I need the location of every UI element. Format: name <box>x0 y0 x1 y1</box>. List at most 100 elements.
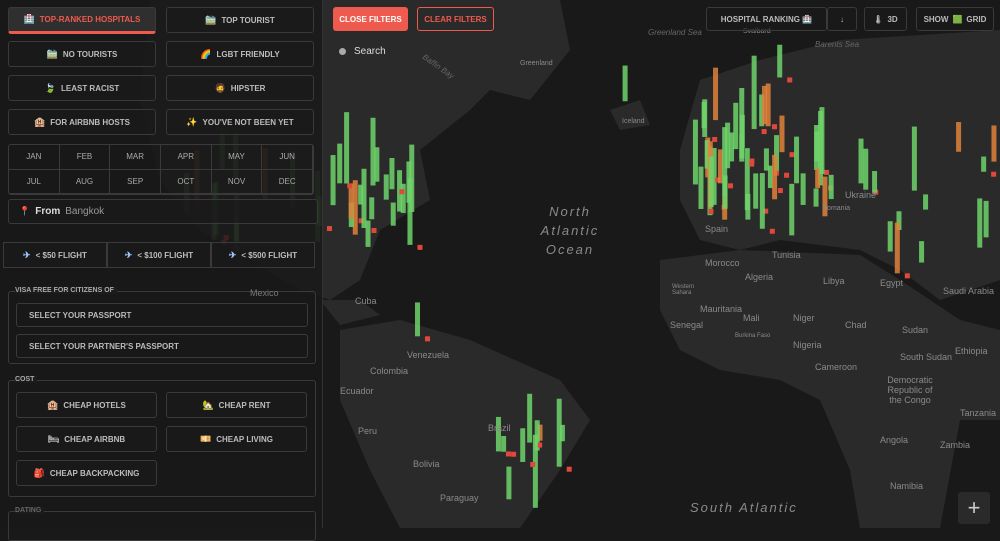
ranking-bar[interactable] <box>759 173 765 229</box>
flight-filter-button[interactable]: ✈ < $500 FLIGHT <box>211 242 315 268</box>
ranking-bar[interactable] <box>348 183 354 219</box>
ranking-bar[interactable] <box>698 166 704 209</box>
ranking-bar[interactable] <box>520 428 526 462</box>
ranking-bar[interactable] <box>789 183 795 236</box>
ranking-bar[interactable] <box>765 83 771 127</box>
category-button[interactable]: 🏥 TOP-RANKED HOSPITALS <box>8 7 156 34</box>
close-filters-button[interactable]: CLOSE FILTERS <box>333 7 408 31</box>
city-marker[interactable] <box>537 442 543 448</box>
city-marker[interactable] <box>511 451 517 457</box>
ranking-bar[interactable] <box>794 136 800 184</box>
month-aug[interactable]: AUG <box>59 169 111 194</box>
category-button[interactable]: 🏨 FOR AIRBNB HOSTS <box>8 109 156 135</box>
city-marker[interactable] <box>761 129 767 135</box>
month-feb[interactable]: FEB <box>59 145 111 170</box>
month-oct[interactable]: OCT <box>161 169 212 194</box>
city-marker[interactable] <box>371 228 377 234</box>
category-button[interactable]: 🧔 HIPSTER <box>166 75 314 101</box>
ranking-bar[interactable] <box>527 393 533 443</box>
city-marker[interactable] <box>712 136 718 142</box>
ranking-bar[interactable] <box>374 147 380 182</box>
city-marker[interactable] <box>728 183 734 189</box>
ranking-bar[interactable] <box>344 112 350 184</box>
ranking-bar[interactable] <box>409 144 415 212</box>
ranking-bar[interactable] <box>702 99 708 137</box>
city-marker[interactable] <box>789 152 795 158</box>
ranking-bar[interactable] <box>911 126 917 191</box>
ranking-bar[interactable] <box>708 156 714 207</box>
flight-filter-button[interactable]: ✈ < $50 FLIGHT <box>3 242 107 268</box>
clear-filters-button[interactable]: CLEAR FILTERS <box>417 7 494 31</box>
search-input[interactable]: Search <box>354 46 386 57</box>
zoom-in-button[interactable]: + <box>958 492 990 524</box>
cost-filter-button[interactable]: 🛏 CHEAP AIRBNB <box>16 426 157 452</box>
cost-filter-button[interactable]: 🏨 CHEAP HOTELS <box>16 392 157 418</box>
month-jan[interactable]: JAN <box>9 145 60 170</box>
ranking-bar[interactable] <box>977 198 983 248</box>
ranking-bar[interactable] <box>692 119 698 185</box>
city-marker[interactable] <box>505 451 511 457</box>
city-marker[interactable] <box>777 188 783 194</box>
city-marker[interactable] <box>772 124 778 130</box>
ranking-bar[interactable] <box>919 241 925 263</box>
ranking-bar[interactable] <box>501 436 507 452</box>
category-button[interactable]: 🍃 LEAST RACIST <box>8 75 156 101</box>
ranking-bar[interactable] <box>733 102 739 150</box>
city-marker[interactable] <box>566 466 572 472</box>
ranking-bar[interactable] <box>772 154 778 200</box>
ranking-bar[interactable] <box>739 87 745 162</box>
city-marker[interactable] <box>530 461 536 467</box>
ranking-bar[interactable] <box>983 200 989 238</box>
city-marker[interactable] <box>904 273 910 279</box>
category-button[interactable]: 🌈 LGBT FRIENDLY <box>166 41 314 67</box>
partner-passport-select[interactable]: SELECT YOUR PARTNER'S PASSPORT <box>16 334 308 358</box>
month-mar[interactable]: MAR <box>110 145 161 170</box>
show-grid-toggle[interactable]: SHOW 🟩 GRID <box>916 7 994 31</box>
city-marker[interactable] <box>326 226 332 232</box>
sort-button[interactable]: ↓ <box>827 7 857 31</box>
ranking-bar[interactable] <box>713 67 719 121</box>
month-nov[interactable]: NOV <box>211 169 263 194</box>
search-box[interactable]: Search <box>333 40 493 62</box>
ranking-bar[interactable] <box>383 174 389 200</box>
city-marker[interactable] <box>824 169 830 175</box>
ranking-bar[interactable] <box>777 44 783 78</box>
city-marker[interactable] <box>991 171 997 177</box>
ranking-bar[interactable] <box>779 115 785 153</box>
city-marker[interactable] <box>347 183 353 189</box>
category-button[interactable]: 🚞 NO TOURISTS <box>8 41 156 67</box>
ranking-bar[interactable] <box>506 466 512 500</box>
ranking-bar[interactable] <box>814 131 820 162</box>
3d-toggle[interactable]: 🌡 3D <box>864 7 907 31</box>
ranking-bar[interactable] <box>330 155 336 206</box>
passport-select[interactable]: SELECT YOUR PASSPORT <box>16 303 308 327</box>
ranking-bar[interactable] <box>751 55 757 130</box>
month-dec[interactable]: DEC <box>262 169 313 194</box>
ranking-bar[interactable] <box>863 148 869 190</box>
city-marker[interactable] <box>417 244 423 250</box>
ranking-bar[interactable] <box>532 434 538 508</box>
flight-filter-button[interactable]: ✈ < $100 FLIGHT <box>107 242 211 268</box>
ranking-bar[interactable] <box>722 127 728 196</box>
city-marker[interactable] <box>784 172 790 178</box>
ranking-bar[interactable] <box>361 168 367 229</box>
ranking-select[interactable]: HOSPITAL RANKING 🏥 <box>706 7 827 31</box>
city-marker[interactable] <box>749 161 755 167</box>
cost-filter-button[interactable]: 💴 CHEAP LIVING <box>166 426 307 452</box>
ranking-bar[interactable] <box>887 221 893 252</box>
ranking-bar[interactable] <box>622 65 628 102</box>
ranking-bar[interactable] <box>858 138 864 184</box>
ranking-bar[interactable] <box>556 398 562 467</box>
month-jun[interactable]: JUN <box>262 145 313 170</box>
ranking-bar[interactable] <box>991 125 997 162</box>
ranking-bar[interactable] <box>923 194 929 210</box>
ranking-bar[interactable] <box>745 193 751 220</box>
ranking-bar[interactable] <box>894 222 900 274</box>
ranking-bar[interactable] <box>389 158 395 190</box>
city-marker[interactable] <box>399 189 405 195</box>
city-marker[interactable] <box>708 208 714 214</box>
ranking-bar[interactable] <box>800 173 806 205</box>
ranking-bar[interactable] <box>753 173 759 209</box>
month-sep[interactable]: SEP <box>110 169 161 194</box>
cost-filter-button[interactable]: 🏡 CHEAP RENT <box>166 392 307 418</box>
